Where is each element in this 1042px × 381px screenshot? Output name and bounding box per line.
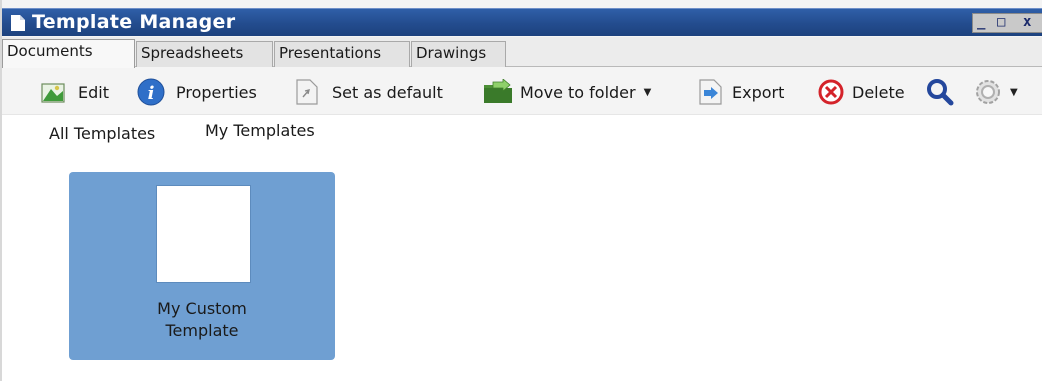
all-templates-link[interactable]: All Templates	[49, 124, 155, 143]
export-label: Export	[732, 82, 785, 102]
search-icon	[927, 79, 954, 106]
maximize-button[interactable]: □	[997, 14, 1005, 32]
gear-icon	[976, 80, 1000, 104]
template-item[interactable]: My Custom Template	[69, 172, 335, 360]
move-to-folder-button[interactable]: Move to folder ▼	[481, 78, 651, 106]
move-to-folder-icon	[484, 79, 512, 103]
template-view: All Templates My Templates My Custom Temp…	[2, 114, 1042, 381]
delete-icon	[818, 79, 844, 105]
window-controls: _ □ x	[972, 13, 1042, 33]
close-button[interactable]: x	[1023, 14, 1031, 32]
set-as-default-button[interactable]: Set as default	[292, 78, 443, 106]
tab-spreadsheets[interactable]: Spreadsheets	[136, 41, 273, 67]
search-button[interactable]	[924, 78, 958, 106]
set-as-default-label: Set as default	[332, 82, 443, 102]
tab-drawings[interactable]: Drawings	[411, 41, 506, 67]
edit-icon	[41, 83, 65, 103]
export-icon	[699, 79, 722, 105]
settings-button[interactable]: ▼	[972, 78, 1018, 106]
export-button[interactable]: Export	[696, 78, 784, 106]
properties-button[interactable]: i Properties	[135, 78, 257, 106]
document-icon	[11, 15, 25, 31]
my-templates-link[interactable]: My Templates	[205, 121, 315, 140]
template-name: My Custom Template	[157, 299, 247, 340]
minimize-button[interactable]: _	[977, 14, 985, 32]
window-title: Template Manager	[32, 11, 236, 33]
tab-documents[interactable]: Documents	[2, 39, 135, 68]
delete-button[interactable]: Delete	[816, 78, 905, 106]
delete-label: Delete	[852, 82, 905, 102]
edit-label: Edit	[78, 82, 109, 102]
svg-text:i: i	[148, 83, 155, 104]
edit-button[interactable]: Edit	[40, 78, 109, 106]
tab-presentations[interactable]: Presentations	[274, 41, 410, 67]
properties-label: Properties	[176, 82, 257, 102]
info-icon: i	[137, 78, 165, 106]
toolbar: Edit i Properties Set as default Move to…	[2, 68, 1042, 114]
chevron-down-icon[interactable]: ▼	[644, 87, 652, 98]
category-tabs: Documents Spreadsheets Presentations Dra…	[2, 37, 1042, 68]
template-manager-window: Template Manager _ □ x Documents Spreads…	[0, 0, 1042, 381]
title-bar[interactable]: Template Manager _ □ x	[2, 8, 1042, 36]
move-to-folder-label: Move to folder	[520, 82, 636, 102]
settings-chevron-down-icon[interactable]: ▼	[1010, 87, 1018, 98]
template-thumbnail	[156, 185, 251, 283]
set-default-icon	[296, 79, 318, 105]
